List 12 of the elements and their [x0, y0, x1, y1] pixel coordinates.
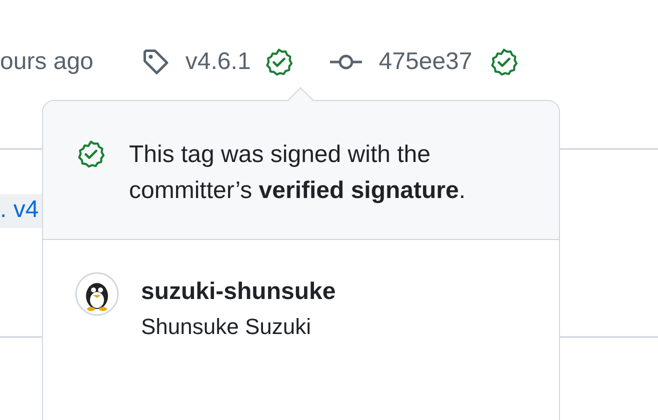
commit-link[interactable]: 475ee37: [378, 48, 472, 76]
signature-message: This tag was signed with the committer’s verified signature.: [129, 140, 467, 206]
user-full-name: Shunsuke Suzuki: [141, 314, 312, 340]
penguin-avatar-icon: [75, 272, 119, 316]
verified-badge-icon: [490, 48, 518, 76]
time-text: ours ago: [0, 48, 94, 76]
verified-badge-icon: [77, 140, 105, 168]
tag-icon: [141, 47, 172, 77]
commit-icon: [328, 52, 363, 72]
verified-badge-icon: [264, 48, 293, 76]
tag-link[interactable]: v4.6.1: [185, 48, 251, 76]
user-login-link[interactable]: suzuki-shunsuke: [141, 278, 336, 306]
